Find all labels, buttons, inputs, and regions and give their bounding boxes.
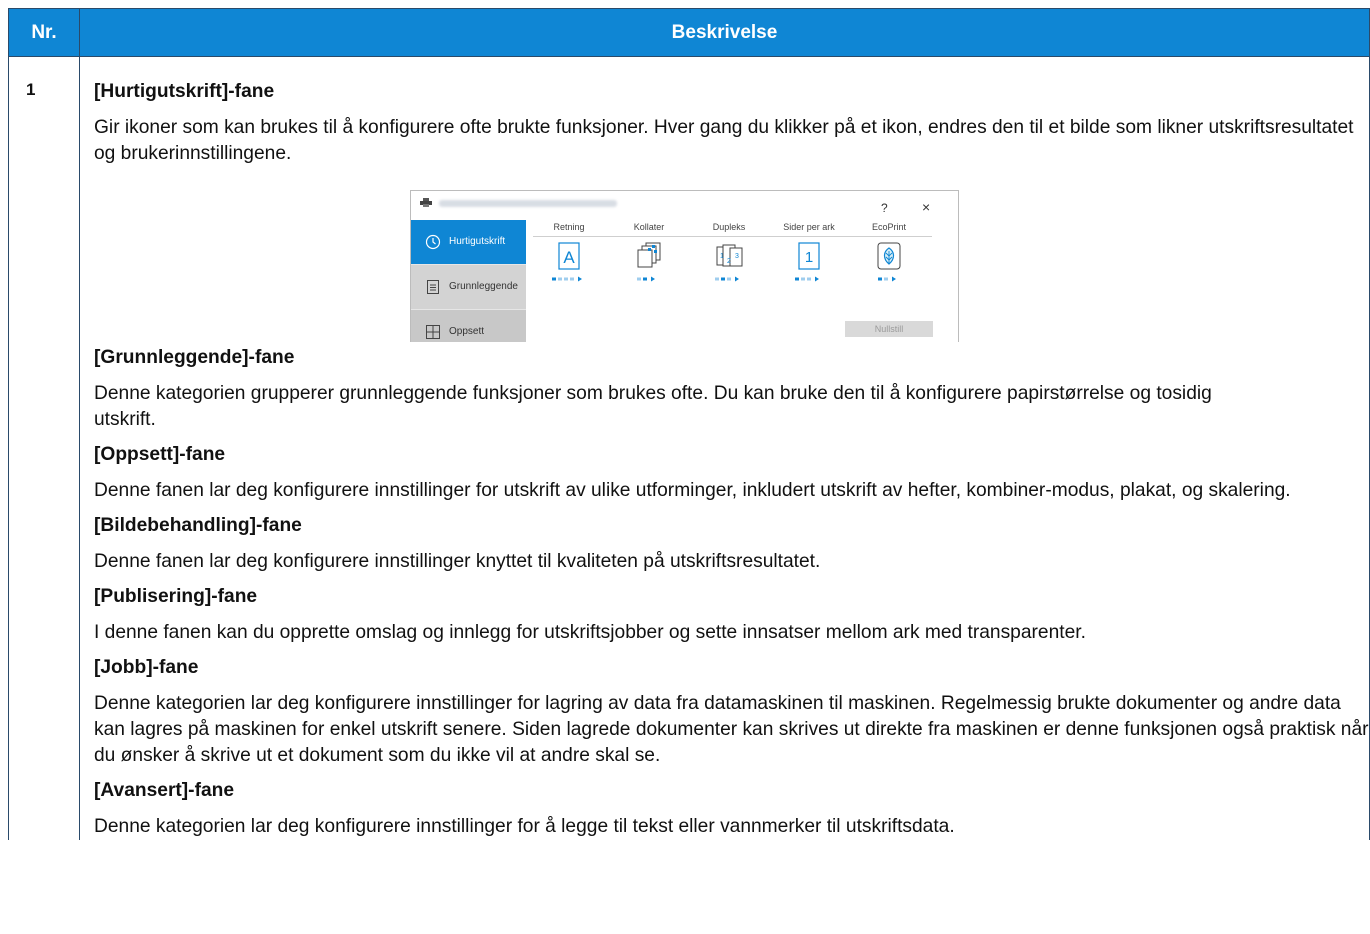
section-jobb: [Jobb]-fane Denne kategorien lar deg kon… bbox=[94, 655, 1369, 769]
dialog-title-bar: ? × bbox=[411, 191, 958, 216]
sidebar-item-label: Oppsett bbox=[449, 326, 485, 337]
section-title: [Oppsett]-fane bbox=[94, 444, 226, 465]
section-body: Denne kategorien lar deg konfigurere inn… bbox=[94, 693, 1369, 766]
section-oppsett: [Oppsett]-fane Denne fanen lar deg konfi… bbox=[94, 442, 1369, 504]
section-title: [Bildebehandling]-fane bbox=[94, 515, 302, 536]
quick-option-sider-per-ark[interactable]: Sider per ark 1 bbox=[773, 220, 845, 282]
section-title: [Grunnleggende]-fane bbox=[94, 347, 295, 368]
description-table: Nr. Beskrivelse 1 [Hurtigutskrift]-fane … bbox=[8, 8, 1370, 840]
section-body: Denne fanen lar deg konfigurere innstill… bbox=[94, 551, 821, 572]
section-bildebehandling: [Bildebehandling]-fane Denne fanen lar d… bbox=[94, 513, 1369, 575]
description-cell: [Hurtigutskrift]-fane Gir ikoner som kan… bbox=[79, 56, 1370, 840]
section-body: Denne fanen lar deg konfigurere innstill… bbox=[94, 480, 1291, 501]
sidebar-item-label: Hurtigutskrift bbox=[449, 236, 506, 247]
section-grunnleggende: [Grunnleggende]-fane Denne kategorien gr… bbox=[94, 345, 1369, 433]
quick-option-dupleks[interactable]: Dupleks 123 bbox=[693, 220, 765, 282]
section-publisering: [Publisering]-fane I denne fanen kan du … bbox=[94, 584, 1369, 646]
section-title: [Publisering]-fane bbox=[94, 586, 258, 607]
printer-driver-dialog: ? × Hurtigutskrift Grunnleggende Oppsett… bbox=[410, 190, 959, 342]
sidebar-item-label: Grunnleggende bbox=[449, 281, 518, 292]
reset-button[interactable]: Nullstill bbox=[845, 321, 933, 337]
quick-option-kollater[interactable]: Kollater bbox=[613, 220, 685, 282]
pager-dots-icon bbox=[552, 276, 582, 282]
svg-text:3: 3 bbox=[735, 253, 739, 260]
page: Nr. Beskrivelse 1 [Hurtigutskrift]-fane … bbox=[0, 0, 1370, 934]
quick-option-ecoprint[interactable]: EcoPrint bbox=[853, 220, 925, 282]
row-number-cell: 1 bbox=[8, 56, 80, 840]
header-nr: Nr. bbox=[8, 8, 80, 57]
help-button[interactable]: ? bbox=[881, 195, 888, 221]
ecoprint-leaf-icon bbox=[877, 242, 901, 270]
printer-icon bbox=[420, 198, 432, 207]
pager-dots-icon bbox=[795, 276, 819, 282]
section-body: Denne kategorien grupperer grunnleggende… bbox=[94, 383, 1212, 430]
section-avansert: [Avansert]-fane Denne kategorien lar deg… bbox=[94, 778, 1369, 840]
clock-icon bbox=[425, 234, 441, 250]
dialog-sidebar: Hurtigutskrift Grunnleggende Oppsett bbox=[411, 220, 526, 342]
collate-icon bbox=[637, 242, 661, 268]
sidebar-item-hurtigutskrift[interactable]: Hurtigutskrift bbox=[411, 220, 526, 264]
option-label: Kollater bbox=[633, 222, 665, 232]
row-number: 1 bbox=[26, 80, 36, 99]
sidebar-item-grunnleggende[interactable]: Grunnleggende bbox=[411, 265, 526, 309]
dialog-title-blurred bbox=[439, 200, 617, 207]
driver-dialog-screenshot: ? × Hurtigutskrift Grunnleggende Oppsett… bbox=[410, 190, 959, 342]
option-label: Retning bbox=[553, 222, 585, 232]
section-body: Gir ikoner som kan brukes til å konfigur… bbox=[94, 117, 1354, 164]
section-body: I denne fanen kan du opprette omslag og … bbox=[94, 622, 1086, 643]
pager-dots-icon bbox=[715, 276, 739, 282]
svg-text:1: 1 bbox=[720, 253, 724, 260]
quick-option-retning[interactable]: Retning A bbox=[533, 220, 605, 282]
close-button[interactable]: × bbox=[922, 194, 930, 220]
option-label: Dupleks bbox=[712, 222, 746, 232]
table-row: 1 [Hurtigutskrift]-fane Gir ikoner som k… bbox=[8, 56, 1370, 840]
sidebar-item-oppsett[interactable]: Oppsett bbox=[411, 310, 526, 342]
section-title: [Jobb]-fane bbox=[94, 657, 199, 678]
layout-grid-icon bbox=[426, 325, 440, 339]
svg-text:2: 2 bbox=[727, 258, 731, 265]
option-label: EcoPrint bbox=[871, 222, 906, 232]
section-hurtigutskrift: [Hurtigutskrift]-fane Gir ikoner som kan… bbox=[94, 79, 1369, 342]
orientation-icon: A bbox=[558, 242, 580, 270]
quick-print-columns: Retning A Kollater Dupleks 1 2 3 Sider p… bbox=[527, 220, 935, 310]
header-description: Beskrivelse bbox=[79, 8, 1370, 57]
duplex-icon: 123 bbox=[716, 244, 743, 267]
section-title: [Avansert]-fane bbox=[94, 780, 235, 801]
pager-dots-icon bbox=[637, 276, 655, 282]
pages-per-sheet-glyph: 1 bbox=[805, 249, 813, 266]
document-icon bbox=[427, 280, 439, 294]
pages-per-sheet-icon: 1 bbox=[798, 242, 820, 270]
pager-dots-icon bbox=[878, 276, 896, 282]
section-body: Denne kategorien lar deg konfigurere inn… bbox=[94, 816, 955, 837]
section-title: [Hurtigutskrift]-fane bbox=[94, 81, 275, 102]
orientation-glyph: A bbox=[563, 248, 575, 267]
option-label: Sider per ark bbox=[783, 222, 835, 232]
